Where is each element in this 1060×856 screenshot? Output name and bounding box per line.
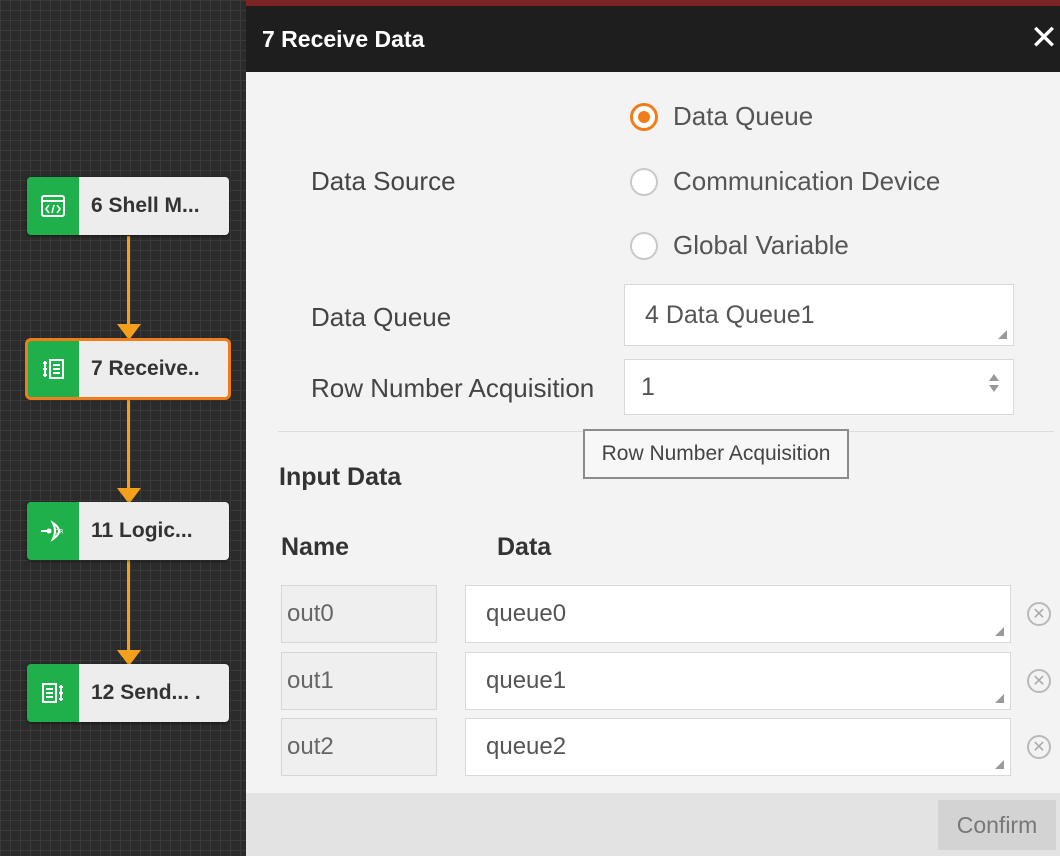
input-data-field[interactable]: queue2 [465, 718, 1011, 776]
radio-unchecked-icon [630, 231, 658, 260]
dialog-title: 7 Receive Data [262, 25, 425, 52]
input-data-heading: Input Data [279, 463, 402, 491]
tooltip: Row Number Acquisition [583, 429, 849, 479]
logic-or-icon: OR [27, 502, 79, 560]
data-queue-select[interactable]: 4 Data Queue1 [624, 284, 1014, 346]
flow-node-receive[interactable]: 7 Receive.. [25, 338, 231, 400]
connector-line [127, 236, 130, 328]
receive-data-icon [27, 340, 79, 398]
data-queue-value: 4 Data Queue1 [645, 300, 815, 329]
connector-arrow [117, 324, 141, 340]
radio-label: Global Variable [673, 230, 849, 260]
data-queue-label: Data Queue [311, 302, 452, 332]
flow-node-label: 6 Shell M... [79, 177, 229, 235]
radio-global-variable[interactable]: Global Variable [630, 230, 849, 261]
radio-label: Data Queue [673, 101, 814, 131]
svg-text:OR: OR [55, 529, 64, 536]
radio-label: Communication Device [673, 166, 941, 196]
resize-handle-icon [995, 627, 1004, 636]
radio-data-queue[interactable]: Data Queue [630, 101, 813, 132]
resize-handle-icon [998, 330, 1007, 339]
name-column-header: Name [281, 533, 350, 561]
input-data-value: queue1 [486, 667, 567, 694]
row-number-label: Row Number Acquisition [311, 373, 595, 403]
row-number-stepper[interactable]: 1 [624, 359, 1014, 415]
remove-row-icon[interactable]: ✕ [1027, 602, 1051, 626]
remove-row-icon[interactable]: ✕ [1027, 735, 1051, 759]
send-data-icon [27, 664, 79, 722]
confirm-button[interactable]: Confirm [938, 800, 1056, 850]
flow-canvas[interactable]: 6 Shell M... 7 Receive.. OR 11 Logic... … [0, 0, 246, 856]
connector-line [127, 560, 130, 654]
spinner-arrows-icon[interactable] [989, 374, 999, 392]
receive-data-dialog: 7 Receive Data ✕ Data Source Data Queue … [246, 0, 1060, 856]
close-icon[interactable]: ✕ [1028, 20, 1060, 56]
input-name-cell: out1 [281, 652, 437, 710]
input-name-cell: out0 [281, 585, 437, 643]
input-data-field[interactable]: queue1 [465, 652, 1011, 710]
dialog-titlebar: 7 Receive Data ✕ [246, 6, 1060, 72]
radio-checked-icon [630, 102, 658, 131]
input-data-field[interactable]: queue0 [465, 585, 1011, 643]
resize-handle-icon [995, 694, 1004, 703]
data-source-label: Data Source [311, 166, 456, 196]
connector-line [127, 398, 130, 492]
remove-row-icon[interactable]: ✕ [1027, 669, 1051, 693]
flow-node-logic[interactable]: OR 11 Logic... [27, 502, 229, 560]
row-number-value: 1 [641, 372, 655, 401]
flow-node-label: 11 Logic... [79, 502, 229, 560]
input-name-cell: out2 [281, 718, 437, 776]
radio-unchecked-icon [630, 167, 658, 196]
input-data-value: queue2 [486, 733, 567, 760]
input-data-value: queue0 [486, 600, 567, 627]
code-window-icon [27, 177, 79, 235]
flow-node-shell[interactable]: 6 Shell M... [27, 177, 229, 235]
flow-node-label: 7 Receive.. [79, 340, 229, 398]
radio-communication-device[interactable]: Communication Device [630, 166, 940, 197]
data-column-header: Data [497, 533, 552, 561]
flow-node-send[interactable]: 12 Send... . [27, 664, 229, 722]
flow-node-label: 12 Send... . [79, 664, 229, 722]
resize-handle-icon [995, 760, 1004, 769]
